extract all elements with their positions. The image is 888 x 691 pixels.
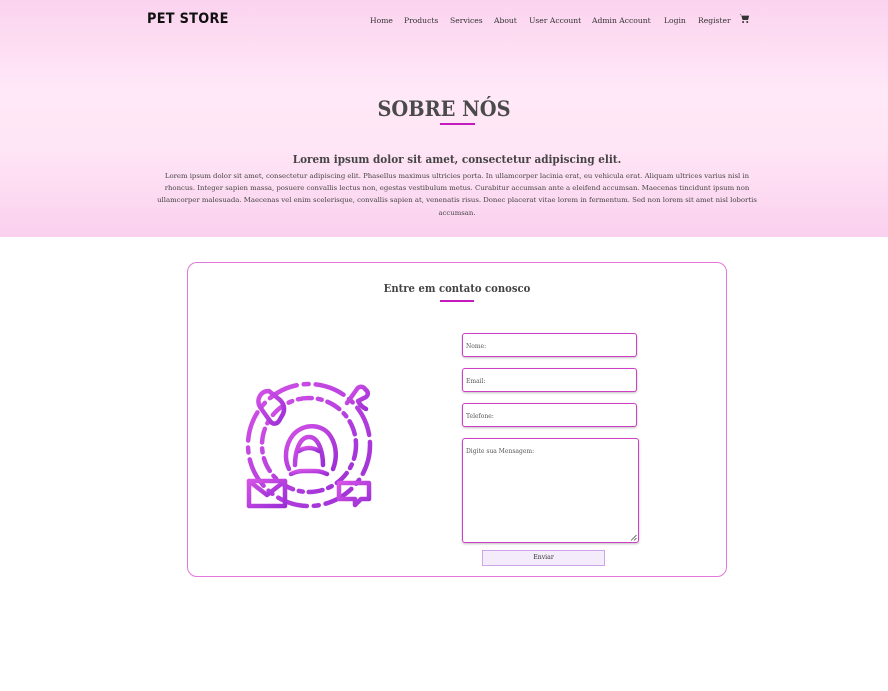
message-textarea[interactable]: Digite sua Mensagem: — [462, 438, 639, 543]
nav-login[interactable]: Login — [664, 16, 686, 25]
main-nav: Home Products Services About User Accoun… — [0, 16, 888, 28]
nav-admin-account[interactable]: Admin Account — [592, 16, 651, 25]
contact-title: Entre em contato conosco — [383, 282, 531, 295]
nav-products[interactable]: Products — [404, 16, 438, 25]
nav-about[interactable]: About — [494, 16, 517, 25]
title-underline — [440, 123, 475, 125]
name-field[interactable]: Nome: — [462, 333, 637, 357]
email-placeholder: Email: — [466, 378, 486, 385]
contact-title-underline — [440, 300, 474, 302]
phone-field[interactable]: Telefone: — [462, 403, 637, 427]
nav-home[interactable]: Home — [370, 16, 393, 25]
message-placeholder: Digite sua Mensagem: — [466, 448, 535, 455]
email-field[interactable]: Email: — [462, 368, 637, 392]
submit-button[interactable]: Enviar — [482, 550, 605, 566]
shopping-cart-icon[interactable] — [739, 13, 750, 24]
name-placeholder: Nome: — [466, 343, 487, 350]
page-title: SOBRE NÓS — [377, 96, 511, 121]
resize-handle-icon[interactable] — [630, 534, 637, 541]
nav-services[interactable]: Services — [450, 16, 483, 25]
about-subtitle: Lorem ipsum dolor sit amet, consectetur … — [292, 152, 622, 166]
nav-register[interactable]: Register — [698, 16, 731, 25]
about-body: Lorem ipsum dolor sit amet, consectetur … — [157, 172, 757, 217]
phone-placeholder: Telefone: — [466, 413, 494, 420]
nav-user-account[interactable]: User Account — [529, 16, 581, 25]
customer-support-icon — [245, 381, 373, 509]
